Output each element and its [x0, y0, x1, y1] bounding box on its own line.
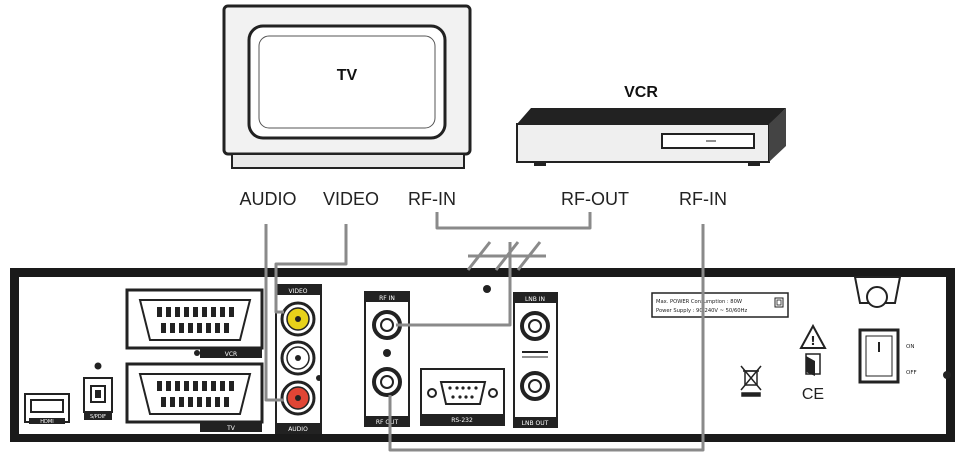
- tv-rf-in-label: RF-IN: [408, 189, 456, 209]
- vcr-rf-out-label: RF-OUT: [561, 189, 629, 209]
- tv-set: TV: [222, 4, 472, 169]
- switch-on-label: ON: [906, 344, 914, 350]
- scart-vcr-label: VCR: [225, 351, 237, 358]
- video-rca-label: VIDEO: [288, 288, 307, 295]
- tv-label: TV: [337, 67, 358, 84]
- rca-block: [275, 284, 322, 434]
- scart-vcr-port: [125, 288, 264, 358]
- lnb-in-label: LNB IN: [525, 296, 545, 303]
- power-switch-area: [853, 276, 902, 384]
- antenna-icon: [466, 241, 546, 271]
- vcr-rf-in-label: RF-IN: [679, 189, 727, 209]
- power-consumption-text: Max. POWER Consumption : 80W: [656, 299, 742, 305]
- connection-diagram: TV VCR AUDIO VIDEO RF-IN RF-OUT RF-IN HD…: [10, 4, 955, 452]
- audio-rca-label: AUDIO: [288, 426, 308, 433]
- tv-audio-label: AUDIO: [239, 189, 296, 209]
- lnb-out-label: LNB OUT: [522, 420, 549, 427]
- rf-out-label: RF OUT: [376, 419, 399, 426]
- scart-tv-port: [125, 362, 264, 432]
- rf-in-label: RF IN: [379, 295, 395, 302]
- tv-video-label: VIDEO: [323, 189, 379, 209]
- lnb-block: [513, 292, 558, 428]
- manual-icon: [805, 353, 821, 376]
- ce-mark: CE: [802, 386, 824, 403]
- hdmi-label: HDMI: [40, 419, 53, 425]
- rs232-label: RS-232: [451, 417, 473, 424]
- spdif-label: S/PDIF: [90, 414, 106, 420]
- rf-block: [364, 291, 410, 427]
- vcr-device: VCR: [516, 84, 786, 166]
- receiver-rear-panel: HDMI S/PDIF VCR TV VIDEO AUDIO RF IN RF …: [10, 268, 955, 442]
- svg-text:!: !: [810, 334, 815, 348]
- switch-off-label: OFF: [906, 370, 917, 376]
- scart-tv-label: TV: [226, 425, 236, 432]
- tv-vcr-rf-cable: [435, 212, 592, 230]
- vcr-label: VCR: [624, 84, 658, 101]
